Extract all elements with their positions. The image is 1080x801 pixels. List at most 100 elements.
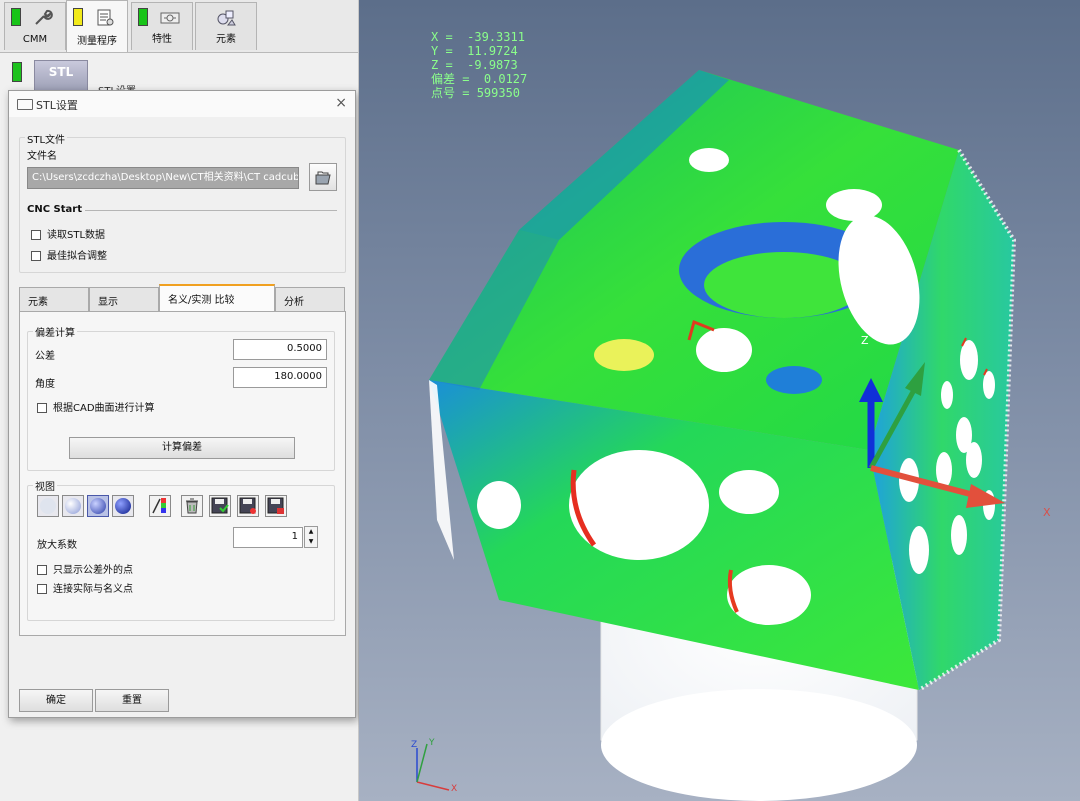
tab-analysis[interactable]: 分析	[275, 287, 345, 311]
checkbox-box	[37, 584, 47, 594]
stl-thumbnail[interactable]: STL	[34, 60, 88, 92]
main-tab-strip: CMM 测量程序 特性 元素	[0, 0, 358, 53]
angle-input[interactable]: 180.0000	[233, 367, 327, 388]
solid-sphere-icon	[115, 498, 131, 514]
checkbox-box	[31, 251, 41, 261]
tab-label: CMM	[22, 34, 48, 45]
tab-label: 元素	[28, 297, 48, 308]
scan-model	[416, 70, 1017, 801]
window-icon	[17, 99, 33, 110]
folder-open-icon	[315, 171, 331, 185]
magnify-spinner[interactable]: ▲ ▼	[304, 526, 318, 548]
axis-label-x: X	[1043, 506, 1051, 519]
magnify-input[interactable]: 1	[233, 527, 303, 548]
save-button[interactable]	[209, 495, 231, 517]
checkbox-label: 根据CAD曲面进行计算	[53, 403, 155, 414]
tab-label: 测量程序	[77, 36, 117, 47]
dialog-titlebar[interactable]: STL设置 ×	[9, 91, 355, 117]
feature-icon	[160, 12, 180, 24]
document-icon	[97, 9, 114, 26]
read-stl-checkbox[interactable]: 读取STL数据	[31, 226, 105, 241]
save-icon	[211, 497, 229, 514]
left-panel: CMM 测量程序 特性 元素 STL STL设置 × STL文件 文件名 C:\…	[0, 0, 359, 801]
filename-label: 文件名	[27, 151, 57, 162]
checkbox-box	[37, 403, 47, 413]
checkbox-label: 连接实际与名义点	[53, 584, 133, 595]
export-button[interactable]	[265, 495, 287, 517]
connect-points-checkbox[interactable]: 连接实际与名义点	[37, 580, 133, 595]
readout-x: X = -39.3311	[431, 30, 525, 44]
spin-up-icon[interactable]: ▲	[305, 527, 317, 537]
program-item-row: STL STL设置	[0, 52, 358, 97]
points-sphere-icon	[40, 498, 56, 514]
readout-y: Y = 11.9724	[431, 44, 518, 58]
tab-label: 元素	[216, 34, 236, 45]
cad-surface-checkbox[interactable]: 根据CAD曲面进行计算	[37, 399, 155, 414]
tab-label: 特性	[152, 34, 172, 45]
tab-display[interactable]: 显示	[89, 287, 159, 311]
calculate-deviation-button[interactable]: 计算偏差	[69, 437, 295, 459]
axis-label-z: Z	[861, 334, 869, 347]
view-solid-button[interactable]	[112, 495, 134, 517]
trash-icon	[186, 498, 198, 514]
checkbox-box	[37, 565, 47, 575]
elements-icon	[217, 10, 236, 26]
tab-cmm[interactable]: CMM	[4, 2, 66, 50]
mini-axis-z: Z	[411, 740, 418, 750]
save-as-icon	[239, 497, 256, 514]
color-scale-button[interactable]	[149, 495, 171, 517]
tab-label: 分析	[284, 297, 304, 308]
tab-characteristics[interactable]: 特性	[131, 2, 193, 50]
close-button[interactable]: ×	[335, 95, 347, 111]
angle-label: 角度	[35, 379, 55, 390]
status-led	[12, 62, 22, 82]
status-led	[138, 8, 148, 26]
wire-sphere-icon	[65, 498, 81, 514]
readout-point-number: 点号 = 599350	[431, 86, 521, 100]
3d-viewport[interactable]: X = -39.3311 Y = 11.9724 Z = -9.9873 偏差 …	[359, 0, 1080, 801]
magnify-label: 放大系数	[37, 540, 77, 551]
shaded-sphere-icon	[90, 498, 106, 514]
best-fit-checkbox[interactable]: 最佳拟合调整	[31, 247, 107, 262]
mini-axis-x: X	[451, 784, 458, 794]
group-title-stl-file: STL文件	[25, 131, 68, 146]
color-scale-icon	[152, 498, 166, 514]
tolerance-label: 公差	[35, 351, 55, 362]
group-title-deviation: 偏差计算	[33, 324, 77, 339]
dialog-title: STL设置	[36, 99, 78, 112]
tab-label: 名义/实测 比较	[168, 295, 235, 306]
status-led	[11, 8, 21, 26]
tab-nominal-actual-compare[interactable]: 名义/实测 比较	[159, 284, 275, 312]
checkbox-label: 读取STL数据	[47, 230, 106, 241]
tolerance-input[interactable]: 0.5000	[233, 339, 327, 360]
readout-deviation: 偏差 = 0.0127	[431, 72, 528, 86]
wrench-icon	[35, 9, 53, 25]
readout-z: Z = -9.9873	[431, 58, 518, 72]
view-shaded-button[interactable]	[87, 495, 109, 517]
filepath-field[interactable]: C:\Users\zcdczha\Desktop\New\CT相关资料\CT c…	[27, 167, 299, 189]
group-title-view: 视图	[33, 478, 57, 493]
spin-down-icon[interactable]: ▼	[305, 537, 317, 547]
save-as-button[interactable]	[237, 495, 259, 517]
checkbox-label: 最佳拟合调整	[47, 251, 107, 262]
checkbox-label: 只显示公差外的点	[53, 565, 133, 576]
mini-axis-y: Y	[429, 738, 435, 748]
view-points-button[interactable]	[37, 495, 59, 517]
view-wire-button[interactable]	[62, 495, 84, 517]
tab-measurement-program[interactable]: 测量程序	[66, 0, 128, 52]
browse-button[interactable]	[309, 163, 337, 191]
tab-elements[interactable]: 元素	[19, 287, 89, 311]
cnc-start-label: CNC Start	[27, 204, 82, 215]
stl-settings-dialog: STL设置 × STL文件 文件名 C:\Users\zcdczha\Deskt…	[8, 90, 356, 718]
tab-elements[interactable]: 元素	[195, 2, 257, 50]
status-led	[73, 8, 83, 26]
tab-label: 显示	[98, 297, 118, 308]
checkbox-box	[31, 230, 41, 240]
separator	[85, 210, 337, 211]
export-icon	[267, 497, 284, 514]
ok-button[interactable]: 确定	[19, 689, 93, 712]
only-out-of-tolerance-checkbox[interactable]: 只显示公差外的点	[37, 561, 133, 576]
reset-button[interactable]: 重置	[95, 689, 169, 712]
delete-button[interactable]	[181, 495, 203, 517]
coordinate-readout: X = -39.3311 Y = 11.9724 Z = -9.9873 偏差 …	[431, 30, 527, 100]
